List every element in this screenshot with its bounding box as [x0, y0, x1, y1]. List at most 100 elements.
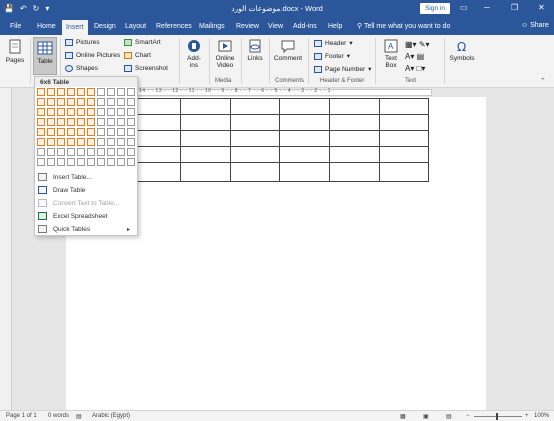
online-pictures-button[interactable]: Online Pictures	[65, 52, 120, 59]
share-button[interactable]: ☺ Share	[521, 22, 549, 29]
table-grid-cell[interactable]	[117, 128, 125, 136]
page-number-button[interactable]: Page Number ▾	[314, 65, 371, 73]
text-box-button[interactable]: A Text Box	[380, 39, 402, 69]
smartart-button[interactable]: SmartArt	[124, 39, 161, 46]
pages-button[interactable]: Pages	[4, 39, 26, 64]
zoom-slider[interactable]	[474, 416, 522, 417]
zoom-out-icon[interactable]: −	[466, 413, 470, 419]
tab-insert[interactable]: Insert	[62, 20, 88, 35]
table-grid-cell[interactable]	[97, 128, 105, 136]
table-grid-cell[interactable]	[37, 138, 45, 146]
table-grid-cell[interactable]	[117, 148, 125, 156]
table-grid-cell[interactable]	[117, 158, 125, 166]
table-grid-cell[interactable]	[77, 98, 85, 106]
table-grid-cell[interactable]	[47, 88, 55, 96]
table-grid-cell[interactable]	[107, 158, 115, 166]
table-grid-cell[interactable]	[87, 108, 95, 116]
tab-mailings[interactable]: Mailings	[199, 21, 225, 32]
page-count[interactable]: Page 1 of 1	[6, 413, 37, 419]
object-icon[interactable]: □▾	[417, 64, 426, 73]
tab-layout[interactable]: Layout	[125, 21, 146, 32]
table-grid-cell[interactable]	[117, 108, 125, 116]
tab-add-ins[interactable]: Add-ins	[293, 21, 317, 32]
table-grid-cell[interactable]	[47, 128, 55, 136]
sign-in-button[interactable]: Sign in	[420, 3, 450, 14]
quick-parts-icon[interactable]: ▦▾	[405, 40, 417, 49]
table-grid-cell[interactable]	[37, 88, 45, 96]
tab-home[interactable]: Home	[37, 21, 56, 32]
table-grid-cell[interactable]	[97, 108, 105, 116]
table-grid-cell[interactable]	[77, 148, 85, 156]
table-grid-cell[interactable]	[127, 118, 135, 126]
date-time-icon[interactable]: ▤	[417, 52, 425, 61]
table-grid-cell[interactable]	[127, 98, 135, 106]
table-grid-cell[interactable]	[127, 158, 135, 166]
links-button[interactable]: Links	[244, 39, 266, 62]
document-table[interactable]	[130, 98, 429, 182]
add-ins-button[interactable]: Add-ins	[183, 39, 205, 69]
tab-design[interactable]: Design	[94, 21, 116, 32]
proofing-icon[interactable]: ▤	[76, 413, 82, 420]
table-grid-cell[interactable]	[77, 128, 85, 136]
language[interactable]: Arabic (Egypt)	[92, 413, 130, 419]
table-grid-cell[interactable]	[67, 128, 75, 136]
zoom-level[interactable]: 100%	[534, 413, 549, 419]
quick-tables-item[interactable]: Quick Tables ▸	[36, 223, 136, 235]
comment-button[interactable]: Comment	[272, 39, 304, 62]
table-grid-cell[interactable]	[87, 138, 95, 146]
insert-table-item[interactable]: Insert Table...	[36, 171, 136, 183]
table-grid-cell[interactable]	[87, 98, 95, 106]
collapse-ribbon-icon[interactable]: ⌃	[540, 77, 546, 85]
table-grid-cell[interactable]	[97, 98, 105, 106]
table-grid-cell[interactable]	[57, 88, 65, 96]
table-grid-cell[interactable]	[47, 108, 55, 116]
table-grid-cell[interactable]	[47, 118, 55, 126]
close-button[interactable]: ✕	[538, 3, 545, 12]
table-button[interactable]: Table	[33, 37, 57, 75]
signature-icon[interactable]: ✎▾	[419, 40, 430, 49]
table-grid-cell[interactable]	[57, 118, 65, 126]
table-grid-cell[interactable]	[127, 88, 135, 96]
table-grid-cell[interactable]	[107, 138, 115, 146]
chart-button[interactable]: Chart	[124, 52, 151, 59]
table-grid-cell[interactable]	[127, 138, 135, 146]
table-grid-cell[interactable]	[87, 88, 95, 96]
minimize-button[interactable]: ─	[484, 3, 490, 12]
tab-view[interactable]: View	[268, 21, 283, 32]
tab-review[interactable]: Review	[236, 21, 259, 32]
table-grid-cell[interactable]	[57, 158, 65, 166]
table-grid-cell[interactable]	[97, 118, 105, 126]
table-grid-cell[interactable]	[127, 148, 135, 156]
tab-help[interactable]: Help	[328, 21, 342, 32]
table-grid-cell[interactable]	[107, 98, 115, 106]
symbols-button[interactable]: Ω Symbols	[447, 39, 477, 62]
table-grid-cell[interactable]	[67, 88, 75, 96]
online-video-button[interactable]: Online Video	[212, 39, 238, 69]
table-grid-cell[interactable]	[47, 148, 55, 156]
restore-button[interactable]: ❐	[511, 3, 518, 12]
word-count[interactable]: 0 words	[48, 413, 69, 419]
draw-table-item[interactable]: Draw Table	[36, 184, 136, 196]
table-grid-cell[interactable]	[37, 158, 45, 166]
table-grid-cell[interactable]	[67, 98, 75, 106]
table-grid-cell[interactable]	[67, 158, 75, 166]
table-grid-cell[interactable]	[67, 138, 75, 146]
drop-cap-icon[interactable]: A▾	[405, 64, 414, 73]
tab-references[interactable]: References	[156, 21, 192, 32]
table-grid-cell[interactable]	[37, 108, 45, 116]
table-grid-cell[interactable]	[97, 148, 105, 156]
table-grid-cell[interactable]	[57, 148, 65, 156]
table-grid-cell[interactable]	[107, 108, 115, 116]
read-mode-icon[interactable]: ▦	[400, 413, 406, 420]
table-grid-cell[interactable]	[87, 158, 95, 166]
table-grid-cell[interactable]	[117, 138, 125, 146]
tell-me-search[interactable]: ⚲ Tell me what you want to do	[357, 22, 450, 30]
table-grid-cell[interactable]	[47, 98, 55, 106]
table-grid-cell[interactable]	[87, 118, 95, 126]
table-grid-cell[interactable]	[37, 148, 45, 156]
table-grid-cell[interactable]	[117, 88, 125, 96]
excel-spreadsheet-item[interactable]: Excel Spreadsheet	[36, 210, 136, 222]
table-grid-cell[interactable]	[127, 108, 135, 116]
table-grid-cell[interactable]	[107, 118, 115, 126]
table-grid-cell[interactable]	[117, 98, 125, 106]
